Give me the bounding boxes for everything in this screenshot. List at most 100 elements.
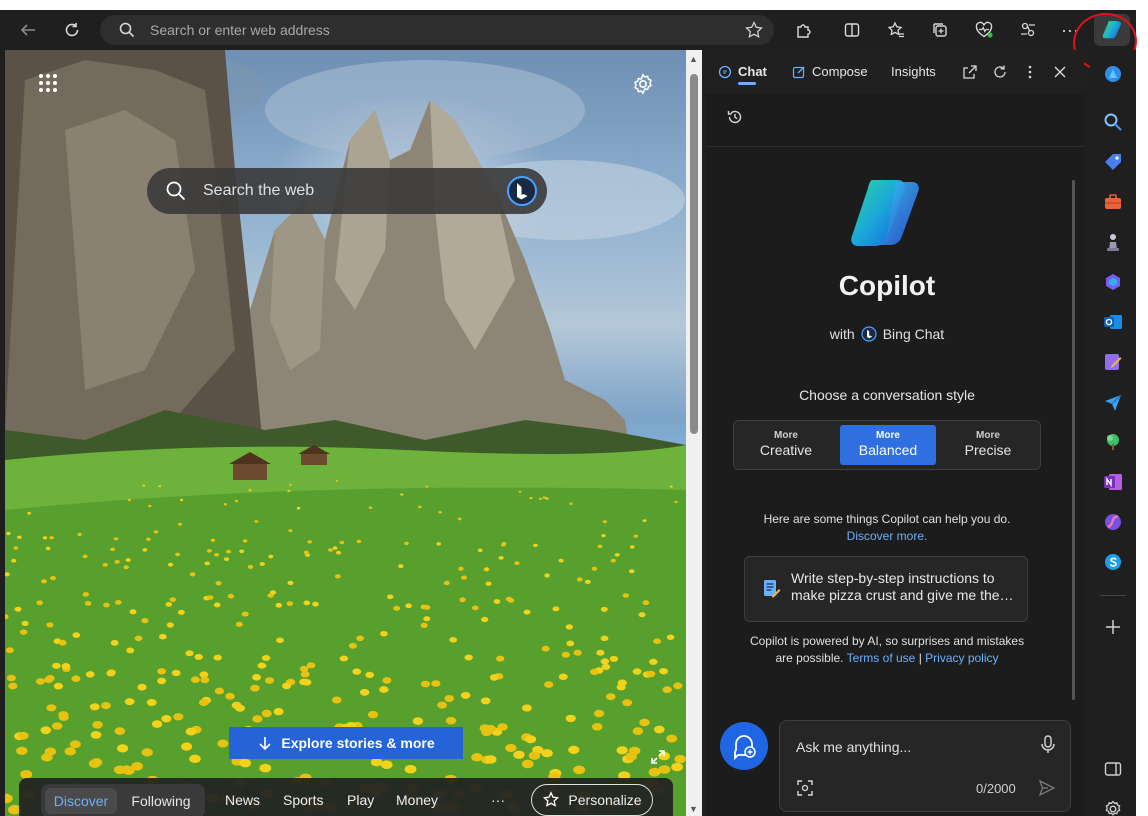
- help-text: Here are some things Copilot can help yo…: [763, 512, 1011, 526]
- web-search-box[interactable]: Search the web: [147, 168, 547, 214]
- extensions-icon[interactable]: [790, 16, 818, 44]
- sidebar-separator: [1100, 595, 1126, 596]
- nav-link-sports[interactable]: Sports: [283, 792, 323, 808]
- visual-search-icon[interactable]: [796, 779, 814, 797]
- tab-discover[interactable]: Discover: [45, 788, 117, 814]
- tab-chat[interactable]: Chat: [718, 64, 767, 79]
- tab-insights-label: Insights: [891, 64, 936, 79]
- nav-link-money[interactable]: Money: [396, 792, 438, 808]
- split-screen-icon[interactable]: [838, 16, 866, 44]
- send-paper-plane-icon[interactable]: [1103, 392, 1123, 412]
- style-precise-more: More: [976, 430, 1000, 441]
- style-creative-button[interactable]: More Creative: [738, 425, 834, 465]
- expand-icon[interactable]: [649, 748, 667, 766]
- games-chess-icon[interactable]: [1103, 232, 1123, 252]
- outlook-icon[interactable]: [1103, 312, 1123, 332]
- onenote-icon[interactable]: [1103, 472, 1123, 492]
- tree-icon[interactable]: [1103, 432, 1123, 452]
- bing-chat-icon[interactable]: [505, 174, 539, 208]
- scroll-down-arrow-icon[interactable]: ▼: [689, 804, 699, 814]
- add-icon[interactable]: [1103, 617, 1123, 637]
- hide-sidebar-icon[interactable]: [1103, 759, 1123, 779]
- powered-by-bing: with Bing Chat: [706, 326, 1068, 342]
- tools-briefcase-icon[interactable]: [1103, 192, 1123, 212]
- style-creative-more: More: [774, 430, 798, 441]
- refresh-icon[interactable]: [58, 16, 86, 44]
- discover-more-link[interactable]: Discover more.: [706, 528, 1068, 545]
- refresh-icon[interactable]: [992, 64, 1008, 80]
- style-balanced-button[interactable]: More Balanced: [840, 425, 936, 465]
- document-edit-icon: [764, 580, 781, 598]
- explore-stories-label: Explore stories & more: [281, 735, 435, 751]
- favorites-icon[interactable]: [882, 16, 910, 44]
- terms-of-use-link[interactable]: Terms of use: [847, 651, 916, 665]
- copilot-sidebar-icon[interactable]: [1103, 64, 1123, 84]
- privacy-policy-link[interactable]: Privacy policy: [925, 651, 998, 665]
- favorite-star-icon[interactable]: [744, 20, 764, 45]
- pane-scrollbar-thumb[interactable]: [1072, 180, 1075, 700]
- new-topic-button[interactable]: [720, 722, 768, 770]
- help-text-block: Here are some things Copilot can help yo…: [706, 511, 1068, 545]
- open-in-new-icon[interactable]: [962, 64, 978, 80]
- copilot-title: Copilot: [838, 270, 936, 301]
- feed-segmented-control: Discover Following: [41, 784, 205, 816]
- disclaimer-line-1: Copilot is powered by AI, so surprises a…: [749, 634, 1025, 648]
- page-scrollbar[interactable]: ▲ ▼: [686, 50, 702, 816]
- skype-icon[interactable]: [1103, 552, 1123, 572]
- nav-link-play[interactable]: Play: [347, 792, 374, 808]
- conversation-style-selector: More Creative More Balanced More Precise: [733, 420, 1041, 470]
- chat-input-box[interactable]: Ask me anything... 0/2000: [779, 720, 1071, 812]
- nav-more-button[interactable]: ···: [491, 792, 505, 808]
- scroll-up-arrow-icon[interactable]: ▲: [689, 54, 699, 64]
- microsoft-365-icon[interactable]: [1103, 272, 1123, 292]
- search-icon[interactable]: [1103, 112, 1123, 132]
- new-tab-page: Search the web Explore stories & more Di…: [5, 50, 686, 816]
- more-options-icon[interactable]: [1022, 64, 1038, 80]
- tab-chat-label: Chat: [738, 64, 767, 79]
- address-bar[interactable]: Search or enter web address: [100, 15, 774, 45]
- nav-link-news[interactable]: News: [225, 792, 260, 808]
- back-icon[interactable]: [14, 16, 42, 44]
- chat-input-placeholder: Ask me anything...: [796, 739, 912, 755]
- style-creative-label: Creative: [759, 442, 813, 458]
- microphone-icon[interactable]: [1040, 735, 1056, 755]
- close-icon[interactable]: [1052, 64, 1068, 80]
- send-icon[interactable]: [1038, 779, 1056, 797]
- search-icon: [118, 21, 136, 44]
- explore-stories-button[interactable]: Explore stories & more: [229, 727, 463, 759]
- edge-sidebar: [1090, 50, 1136, 816]
- page-settings-gear-icon[interactable]: [631, 72, 655, 96]
- feed-nav-bar: Discover Following News Sports Play Mone…: [19, 778, 673, 816]
- tab-following[interactable]: Following: [121, 788, 201, 814]
- bing-logo-icon: [861, 326, 877, 342]
- suggestion-text: Write step-by-step instructions to make …: [791, 570, 1014, 603]
- tab-insights[interactable]: Insights: [891, 64, 936, 79]
- browser-essentials-icon[interactable]: [970, 16, 998, 44]
- suggestion-card[interactable]: Write step-by-step instructions to make …: [744, 556, 1028, 622]
- address-placeholder: Search or enter web address: [150, 22, 330, 38]
- style-precise-button[interactable]: More Precise: [940, 425, 1036, 465]
- style-balanced-more: More: [876, 430, 900, 441]
- personalize-button[interactable]: Personalize: [531, 784, 653, 816]
- with-prefix: with: [829, 326, 855, 342]
- dandelion-field-image: [5, 479, 686, 815]
- history-icon[interactable]: [726, 108, 744, 126]
- new-chat-icon: [734, 735, 756, 761]
- designer-icon[interactable]: [1103, 512, 1123, 532]
- tab-compose[interactable]: Compose: [792, 64, 868, 79]
- search-icon: [165, 180, 187, 207]
- scrollbar-thumb[interactable]: [690, 74, 698, 434]
- disclaimer-possible: are possible.: [775, 651, 844, 665]
- copilot-pane: Chat Compose Insights Copilot with Bing …: [706, 50, 1084, 816]
- drop-notes-icon[interactable]: [1103, 352, 1123, 372]
- style-precise-label: Precise: [964, 442, 1012, 458]
- performance-icon[interactable]: [1014, 16, 1042, 44]
- pane-divider: [706, 146, 1084, 147]
- collections-icon[interactable]: [926, 16, 954, 44]
- conversation-style-heading: Choose a conversation style: [799, 387, 975, 403]
- app-launcher-icon[interactable]: [37, 72, 59, 94]
- shopping-tag-icon[interactable]: [1103, 152, 1123, 172]
- sidebar-settings-gear-icon[interactable]: [1103, 799, 1123, 816]
- link-separator: |: [918, 651, 922, 665]
- disclaimer-line-2: are possible. Terms of use | Privacy pol…: [706, 650, 1068, 667]
